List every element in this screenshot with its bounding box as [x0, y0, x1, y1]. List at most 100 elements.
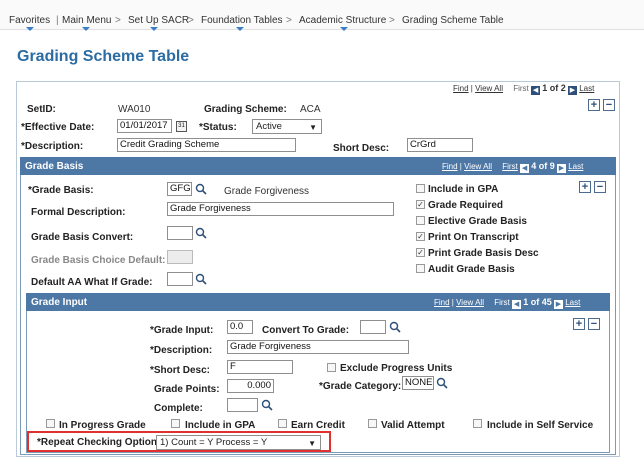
breadcrumb-separator: >: [188, 15, 194, 26]
last-link[interactable]: Last: [568, 162, 583, 171]
add-row-icon[interactable]: +: [579, 181, 591, 193]
grade-category-field[interactable]: NONE: [402, 376, 434, 390]
nav-foundation-tables[interactable]: Foundation Tables: [201, 15, 283, 26]
lookup-icon[interactable]: [261, 399, 273, 411]
include-self-service-checkbox[interactable]: [473, 419, 482, 428]
convert-to-grade-field[interactable]: [360, 320, 386, 334]
view-all-link[interactable]: View All: [464, 162, 492, 171]
repeat-checking-select[interactable]: 1) Count = Y Process = Y ▼: [156, 435, 321, 450]
prev-arrow-icon[interactable]: ◀: [520, 164, 530, 173]
calendar-icon[interactable]: 31: [176, 121, 187, 132]
add-row-icon[interactable]: +: [588, 99, 600, 111]
include-in-gpa-checkbox[interactable]: [171, 419, 180, 428]
lookup-icon[interactable]: [195, 273, 207, 285]
grade-input-title: Grade Input: [31, 297, 88, 308]
chevron-down-icon: ▼: [309, 123, 317, 132]
formal-description-field[interactable]: Grade Forgiveness: [167, 202, 394, 216]
nav-divider: |: [56, 15, 59, 26]
audit-grade-basis-label: Audit Grade Basis: [428, 264, 515, 275]
setid-label: SetID:: [27, 104, 56, 115]
find-link[interactable]: Find: [442, 162, 458, 171]
lookup-icon[interactable]: [195, 183, 207, 195]
status-select[interactable]: Active ▼: [252, 119, 322, 134]
grade-basis-counter: 4 of 9: [531, 161, 555, 171]
lookup-icon[interactable]: [436, 377, 448, 389]
grade-short-desc-field[interactable]: F: [227, 360, 293, 374]
nav-academic-structure[interactable]: Academic Structure: [299, 15, 386, 26]
first-label[interactable]: First: [502, 162, 518, 171]
first-label[interactable]: First: [513, 84, 529, 93]
last-link[interactable]: Last: [579, 84, 594, 93]
print-grade-basis-desc-checkbox[interactable]: ✓: [416, 248, 425, 257]
grade-basis-convert-field[interactable]: [167, 226, 193, 240]
main-menu-dropdown-icon[interactable]: [82, 27, 90, 31]
add-row-icon[interactable]: +: [573, 318, 585, 330]
view-all-link[interactable]: View All: [475, 84, 503, 93]
grade-description-field[interactable]: Grade Forgiveness: [227, 340, 409, 354]
breadcrumb-separator: >: [115, 15, 121, 26]
first-label[interactable]: First: [494, 298, 510, 307]
grade-input-counter: 1 of 45: [523, 297, 552, 307]
lookup-icon[interactable]: [195, 227, 207, 239]
short-desc-field[interactable]: CrGrd: [407, 138, 473, 152]
audit-grade-basis-checkbox[interactable]: [416, 264, 425, 273]
grade-points-field[interactable]: 0.000: [227, 379, 274, 393]
set-up-sacr-dropdown-icon[interactable]: [150, 27, 158, 31]
exclude-progress-units-checkbox[interactable]: [327, 363, 336, 372]
setid-value: WA010: [118, 104, 151, 115]
lookup-icon[interactable]: [389, 321, 401, 333]
foundation-tables-dropdown-icon[interactable]: [236, 27, 244, 31]
choice-default-field: [167, 250, 193, 264]
prev-arrow-icon[interactable]: ◀: [512, 300, 522, 309]
default-aa-field[interactable]: [167, 272, 193, 286]
grade-basis-scroll-nav: Find | View All First ◀ 4 of 9 ▶ Last: [442, 161, 583, 173]
grade-basis-title: Grade Basis: [25, 161, 84, 172]
nav-current-page: Grading Scheme Table: [402, 15, 504, 26]
convert-to-grade-label: Convert To Grade:: [262, 325, 350, 336]
grade-required-checkbox[interactable]: ✓: [416, 200, 425, 209]
nav-favorites[interactable]: Favorites: [9, 15, 50, 26]
elective-grade-basis-checkbox[interactable]: [416, 216, 425, 225]
earn-credit-label: Earn Credit: [291, 420, 345, 431]
grade-basis-field[interactable]: GFG: [167, 182, 192, 196]
delete-row-icon[interactable]: −: [588, 318, 600, 330]
in-progress-grade-checkbox[interactable]: [46, 419, 55, 428]
grade-required-label: Grade Required: [428, 200, 504, 211]
nav-main-menu[interactable]: Main Menu: [62, 15, 111, 26]
delete-row-icon[interactable]: −: [594, 181, 606, 193]
description-field[interactable]: Credit Grading Scheme: [117, 138, 296, 152]
effective-date-field[interactable]: 01/01/2017: [117, 119, 172, 133]
print-on-transcript-checkbox[interactable]: ✓: [416, 232, 425, 241]
grade-input-field[interactable]: 0.0: [227, 320, 253, 334]
elective-grade-basis-label: Elective Grade Basis: [428, 216, 527, 227]
nav-divider: |: [470, 84, 473, 93]
chevron-down-icon: ▼: [308, 439, 316, 448]
grade-category-label: *Grade Category:: [319, 381, 402, 392]
last-link[interactable]: Last: [565, 298, 580, 307]
nav-set-up-sacr[interactable]: Set Up SACR: [128, 15, 189, 26]
complete-field[interactable]: [227, 398, 258, 412]
academic-structure-dropdown-icon[interactable]: [340, 27, 348, 31]
grading-scheme-value: ACA: [300, 104, 321, 115]
next-arrow-icon[interactable]: ▶: [557, 164, 566, 173]
next-arrow-icon[interactable]: ▶: [554, 300, 563, 309]
grade-description-label: *Description:: [150, 345, 213, 356]
include-gpa-checkbox[interactable]: [416, 184, 425, 193]
default-aa-label: Default AA What If Grade:: [31, 277, 153, 288]
nav-divider: |: [459, 162, 462, 171]
find-link[interactable]: Find: [434, 298, 450, 307]
prev-arrow-icon[interactable]: ◀: [531, 86, 541, 95]
view-all-link[interactable]: View All: [456, 298, 484, 307]
include-gpa-label: Include in GPA: [428, 184, 499, 195]
valid-attempt-checkbox[interactable]: [368, 419, 377, 428]
grade-input-label: *Grade Input:: [150, 325, 214, 336]
find-link[interactable]: Find: [453, 84, 469, 93]
delete-row-icon[interactable]: −: [603, 99, 615, 111]
grade-input-scroll-nav: Find | View All First ◀ 1 of 45 ▶ Last: [434, 297, 580, 309]
status-value: Active: [256, 121, 282, 132]
earn-credit-checkbox[interactable]: [278, 419, 287, 428]
scheme-scroll-nav: Find | View All First ◀ 1 of 2 ▶ Last: [453, 83, 594, 95]
favorites-dropdown-icon[interactable]: [26, 27, 34, 31]
next-arrow-icon[interactable]: ▶: [568, 86, 577, 95]
print-grade-basis-desc-label: Print Grade Basis Desc: [428, 248, 539, 259]
